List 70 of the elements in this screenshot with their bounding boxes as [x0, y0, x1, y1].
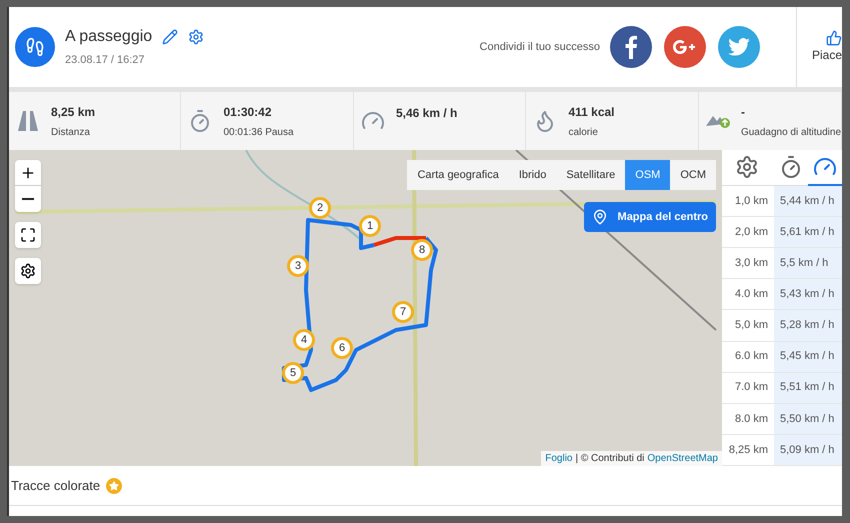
- map-pin-icon: [592, 209, 608, 225]
- google-plus-icon: [672, 40, 697, 54]
- map-layer-tab[interactable]: Ibrido: [508, 160, 556, 190]
- facebook-share-button[interactable]: [610, 26, 652, 68]
- plus-icon: [20, 164, 36, 180]
- edit-icon[interactable]: [162, 29, 178, 46]
- speed-cell: 5,5 km / h: [774, 248, 842, 278]
- route-marker[interactable]: 7: [392, 301, 414, 323]
- google-plus-share-button[interactable]: [664, 26, 706, 68]
- twitter-share-button[interactable]: [718, 26, 760, 68]
- bird-icon: [728, 38, 750, 56]
- openstreetmap-link[interactable]: OpenStreetMap: [647, 451, 718, 466]
- map[interactable]: 1 2 3 4 5 6 7 8 Carta geografica Ibrido Satellitare OSM OCM Mappa del centro Foglio | © Contributi di OpenStreetMap: [9, 150, 722, 466]
- stat-value: -: [740, 104, 746, 120]
- share-label: Condividi il tuo successo: [480, 40, 600, 55]
- speed-cell: 5,61 km / h: [774, 217, 842, 248]
- route-marker[interactable]: 5: [282, 362, 304, 384]
- map-layer-tab[interactable]: OCM: [670, 160, 716, 190]
- stat-label: Distanza: [51, 126, 91, 140]
- stat-label: calorie: [568, 126, 599, 140]
- speed-cell: 5,51 km / h: [774, 372, 842, 403]
- like-label[interactable]: Piace: [812, 46, 842, 64]
- speed-cell: 5,43 km / h: [774, 279, 842, 310]
- distance-cell-text: 1,0 km: [734, 194, 769, 209]
- settings-icon: [735, 155, 759, 179]
- distance-cell-text: 4.0 km: [734, 287, 769, 302]
- star-badge-icon: [106, 478, 122, 494]
- thumbs-up-icon[interactable]: [826, 30, 842, 46]
- fullscreen-button[interactable]: [15, 222, 41, 248]
- settings-icon: [20, 263, 36, 279]
- attribution-text: | © Contributi di: [576, 452, 644, 466]
- activity-title: A passeggio: [65, 27, 152, 48]
- leaflet-link[interactable]: Foglio: [545, 451, 572, 466]
- route-marker[interactable]: 8: [411, 239, 433, 261]
- activity-datetime: 23.08.17 / 16:27: [65, 53, 146, 68]
- map-layer-tab[interactable]: Satellitare: [556, 160, 626, 190]
- distance-cell-text: 5,0 km: [734, 318, 769, 334]
- distance-cell-text: 3,0 km: [734, 256, 769, 272]
- distance-cell-text: 2,0 km: [734, 224, 769, 240]
- stat-label: Guadagno di altitudine: [740, 126, 842, 140]
- minus-icon: [22, 198, 34, 200]
- center-map-button[interactable]: Mappa del centro: [584, 202, 716, 232]
- distance-cell-text: 8,25 km: [728, 442, 769, 458]
- speed-cell: 5,44 km / h: [774, 186, 842, 216]
- facebook-icon: [624, 35, 638, 59]
- speed-cell: 5,28 km / h: [774, 310, 842, 341]
- stat-value: 5,46 km / h: [396, 105, 458, 122]
- mountain-up-icon: [706, 114, 730, 128]
- distance-cell-text: 7.0 km: [734, 380, 769, 396]
- road-icon: [16, 109, 40, 133]
- map-settings-button[interactable]: [15, 258, 41, 284]
- stat-value: 411 kcal: [568, 104, 615, 120]
- route-marker[interactable]: 3: [287, 255, 309, 277]
- settings-icon[interactable]: [188, 29, 204, 46]
- speed-cell: 5,50 km / h: [774, 404, 842, 434]
- route-marker[interactable]: 2: [309, 197, 331, 219]
- speed-cell: 5,45 km / h: [774, 342, 842, 372]
- stat-label: 00:01:36 Pausa: [223, 126, 294, 140]
- route-marker[interactable]: 6: [331, 337, 353, 359]
- distance-cell-text: 6.0 km: [734, 349, 769, 364]
- map-layer-tab[interactable]: Carta geografica: [407, 160, 509, 190]
- route-marker[interactable]: 4: [293, 329, 315, 351]
- stat-value: 8,25 km: [51, 104, 96, 120]
- route-marker[interactable]: 1: [359, 215, 381, 237]
- stat-value: 01:30:42: [223, 104, 273, 120]
- distance-cell-text: 8.0 km: [734, 412, 769, 427]
- fullscreen-icon: [20, 227, 36, 243]
- colored-tracks-label: Tracce colorate: [11, 476, 100, 495]
- stopwatch-icon: [779, 155, 803, 179]
- speed-cell: 5,09 km / h: [774, 434, 842, 465]
